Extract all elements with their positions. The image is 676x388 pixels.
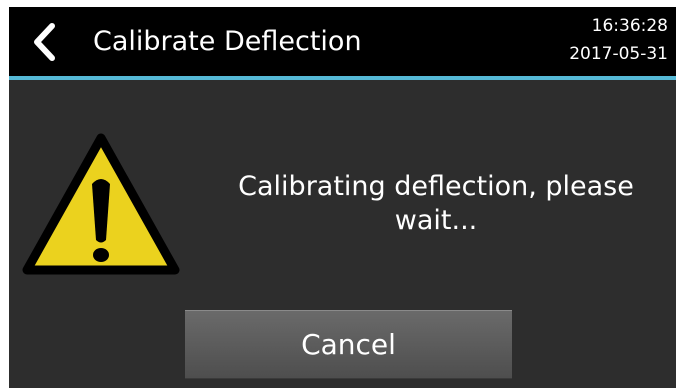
cancel-button[interactable]: Cancel bbox=[185, 310, 512, 379]
clock-date: 2017-05-31 bbox=[569, 44, 668, 64]
chevron-left-icon bbox=[34, 23, 55, 61]
dialog-screen: Calibrate Deflection 16:36:28 2017-05-31… bbox=[9, 7, 676, 388]
clock: 16:36:28 2017-05-31 bbox=[569, 12, 668, 68]
header-divider bbox=[9, 76, 676, 80]
clock-time: 16:36:28 bbox=[591, 16, 668, 36]
status-message: Calibrating deflection, please wait... bbox=[238, 171, 634, 236]
warning-triangle-icon bbox=[21, 132, 181, 277]
back-button[interactable] bbox=[27, 21, 67, 63]
title-bar: Calibrate Deflection 16:36:28 2017-05-31 bbox=[9, 7, 676, 76]
page-title: Calibrate Deflection bbox=[93, 26, 362, 57]
